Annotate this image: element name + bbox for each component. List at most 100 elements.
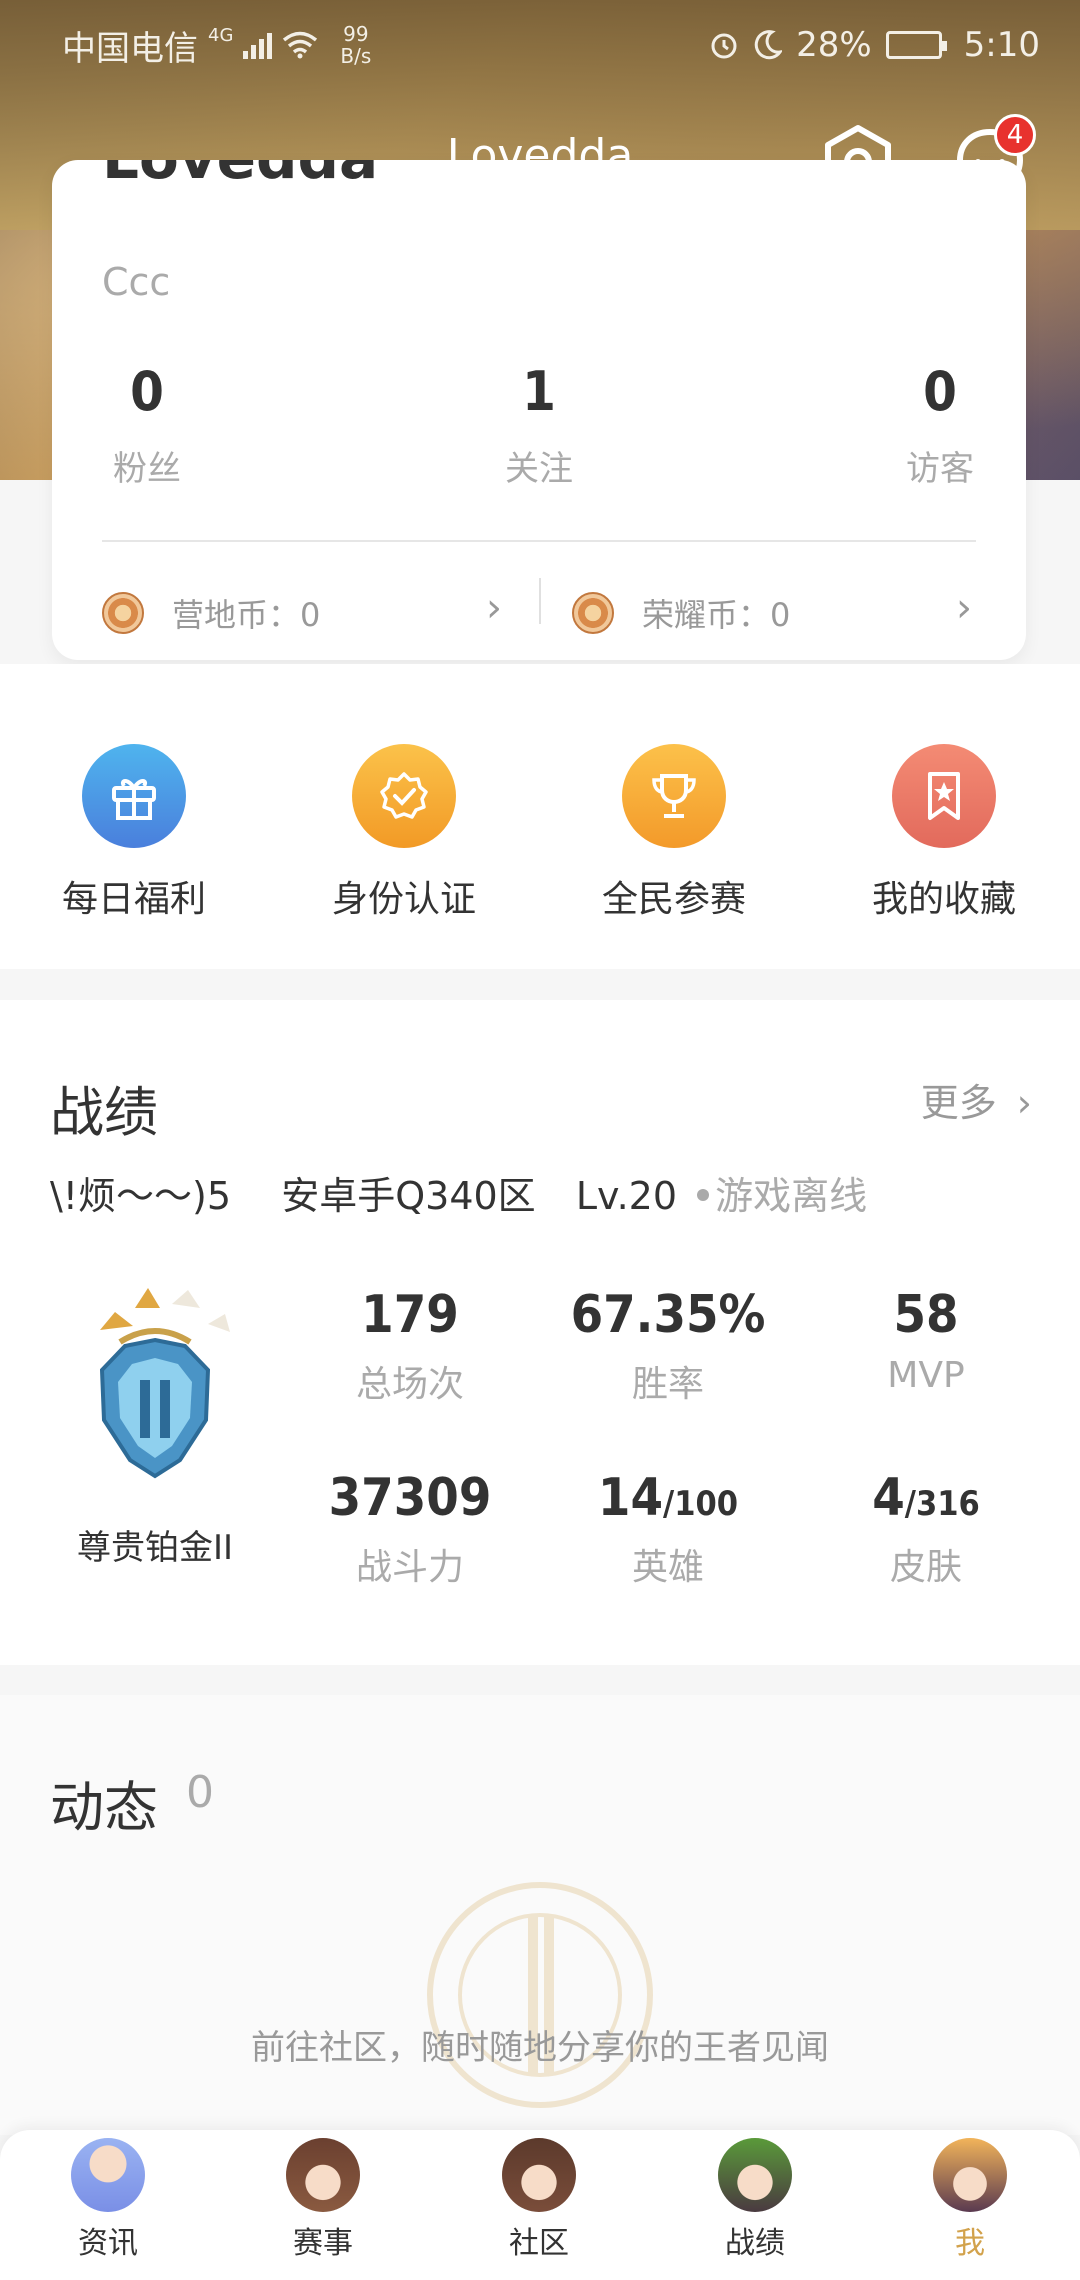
alarm-icon xyxy=(711,33,737,59)
identity-verify-button[interactable]: 身份认证 xyxy=(294,744,514,922)
stat-label: 皮肤 xyxy=(889,1547,962,1588)
followers-label: 粉丝 xyxy=(113,449,181,489)
stat-value: 14/100 xyxy=(558,1468,778,1528)
stat-label: 胜率 xyxy=(631,1364,704,1405)
news-avatar-icon xyxy=(71,2138,145,2212)
honor-coin-label: 荣耀币：0 xyxy=(642,596,791,634)
stat-value: 37309 xyxy=(328,1468,492,1528)
following-stat[interactable]: 1 关注 xyxy=(439,360,639,490)
daily-benefits-button[interactable]: 每日福利 xyxy=(24,744,244,922)
rank-emblem-icon xyxy=(99,1288,230,1479)
gift-icon xyxy=(82,744,186,848)
following-count: 1 xyxy=(522,360,556,423)
feed-title: 动态 xyxy=(50,1776,158,1839)
coin-divider xyxy=(539,578,541,624)
server-name: 安卓手Q340区 xyxy=(281,1174,536,1218)
verified-badge-icon xyxy=(352,744,456,848)
bottom-tab-bar: 资讯 赛事 社区 战绩 我 xyxy=(0,2130,1080,2280)
profile-signature: Ccc xyxy=(102,260,171,304)
skins-total: /316 xyxy=(904,1484,980,1524)
moon-icon xyxy=(754,30,783,60)
stat-value: 4/316 xyxy=(816,1468,1036,1528)
win-rate-stat: 67.35% 胜率 xyxy=(558,1285,778,1407)
total-matches-stat: 179 总场次 xyxy=(300,1285,520,1407)
mvp-stat: 58 MVP xyxy=(816,1285,1036,1396)
following-label: 关注 xyxy=(505,449,573,489)
followers-count: 0 xyxy=(130,360,164,423)
rank-badge[interactable]: 尊贵铂金II xyxy=(50,1280,260,1569)
player-name: \!烦～～)5 xyxy=(50,1174,232,1218)
tab-label: 赛事 xyxy=(293,2226,353,2261)
tab-community[interactable]: 社区 xyxy=(469,2138,609,2262)
carrier-name: 中国电信 xyxy=(62,28,198,69)
network-speed: 99 B/s xyxy=(340,23,371,67)
player-info: \!烦～～)5 安卓手Q340区 Lv.20 游戏离线 xyxy=(50,1165,867,1220)
quick-actions: 每日福利 身份认证 全民参赛 我的收藏 xyxy=(0,664,1080,969)
clock: 5:10 xyxy=(963,25,1040,65)
heroes-total: /100 xyxy=(663,1484,739,1524)
heroes-owned: 14 xyxy=(597,1468,664,1528)
daily-benefits-label: 每日福利 xyxy=(61,879,206,920)
empty-feed-watermark-icon xyxy=(427,1882,653,2108)
stat-value: 58 xyxy=(893,1285,959,1345)
skins-owned: 4 xyxy=(872,1468,905,1528)
honor-coin-row[interactable]: 荣耀币：0 xyxy=(572,578,790,648)
my-favorites-button[interactable]: 我的收藏 xyxy=(834,744,1054,922)
stat-value: 179 xyxy=(361,1285,459,1345)
national-competition-button[interactable]: 全民参赛 xyxy=(564,744,784,922)
speed-value: 99 xyxy=(343,22,369,46)
visitors-stat[interactable]: 0 访客 xyxy=(840,360,1026,490)
activity-feed-section: 动态 0 前往社区，随时随地分享你的王者见闻 xyxy=(0,1695,1080,2135)
national-competition-label: 全民参赛 xyxy=(601,879,746,920)
camp-coin-icon xyxy=(102,592,144,634)
message-count-badge: 4 xyxy=(994,114,1036,156)
profile-name: Lovedda xyxy=(102,160,378,192)
stat-value: 67.35% xyxy=(570,1285,766,1345)
me-avatar-icon xyxy=(933,2138,1007,2212)
tab-label: 我 xyxy=(955,2226,985,2261)
rank-name: 尊贵铂金II xyxy=(76,1528,234,1568)
speed-unit: B/s xyxy=(340,44,372,68)
tab-news[interactable]: 资讯 xyxy=(38,2138,178,2262)
heroes-stat[interactable]: 14/100 英雄 xyxy=(558,1468,778,1590)
visitors-label: 访客 xyxy=(906,449,974,489)
identity-verify-label: 身份认证 xyxy=(331,879,476,920)
followers-stat[interactable]: 0 粉丝 xyxy=(52,360,247,490)
stat-label: MVP xyxy=(887,1355,965,1396)
feed-count: 0 xyxy=(186,1767,214,1818)
game-record-section: 战绩 更多 › \!烦～～)5 安卓手Q340区 Lv.20 游戏离线 尊贵铂金… xyxy=(0,1000,1080,1665)
bookmark-star-icon xyxy=(892,744,996,848)
tab-label: 战绩 xyxy=(725,2226,785,2261)
tab-me[interactable]: 我 xyxy=(900,2138,1040,2262)
events-avatar-icon xyxy=(286,2138,360,2212)
online-status: 游戏离线 xyxy=(715,1174,868,1218)
signal-icon xyxy=(243,31,273,59)
player-level: Lv.20 xyxy=(575,1174,678,1218)
card-divider xyxy=(102,540,976,542)
more-label: 更多 xyxy=(920,1081,997,1125)
trophy-icon xyxy=(622,744,726,848)
battery-icon xyxy=(885,31,947,59)
status-bar: 中国电信 4G 99 B/s 28% 5:10 xyxy=(0,0,1080,90)
wifi-icon xyxy=(283,31,318,59)
chevron-right-icon[interactable]: › xyxy=(486,585,502,631)
tab-label: 社区 xyxy=(509,2226,569,2261)
chevron-right-icon[interactable]: › xyxy=(956,585,972,631)
combat-power-stat: 37309 战斗力 xyxy=(300,1468,520,1590)
tab-records[interactable]: 战绩 xyxy=(685,2138,825,2262)
tab-label: 资讯 xyxy=(78,2226,138,2261)
record-more-link[interactable]: 更多 › xyxy=(921,1072,1032,1127)
chevron-right-icon: › xyxy=(1016,1081,1032,1125)
profile-card: Lovedda Ccc 0 粉丝 1 关注 0 访客 营地币：0 › 荣耀币：0… xyxy=(52,160,1026,660)
record-title: 战绩 xyxy=(50,1081,158,1144)
stat-label: 英雄 xyxy=(631,1547,704,1588)
camp-coin-row[interactable]: 营地币：0 xyxy=(102,578,320,648)
feed-empty-message[interactable]: 前往社区，随时随地分享你的王者见闻 xyxy=(0,2020,1080,2069)
tab-events[interactable]: 赛事 xyxy=(253,2138,393,2262)
skins-stat[interactable]: 4/316 皮肤 xyxy=(816,1468,1036,1590)
battery-percent: 28% xyxy=(796,25,872,65)
honor-coin-icon xyxy=(572,592,614,634)
stat-label: 总场次 xyxy=(355,1364,464,1405)
stat-label: 战斗力 xyxy=(355,1547,464,1588)
network-type: 4G xyxy=(208,24,234,46)
